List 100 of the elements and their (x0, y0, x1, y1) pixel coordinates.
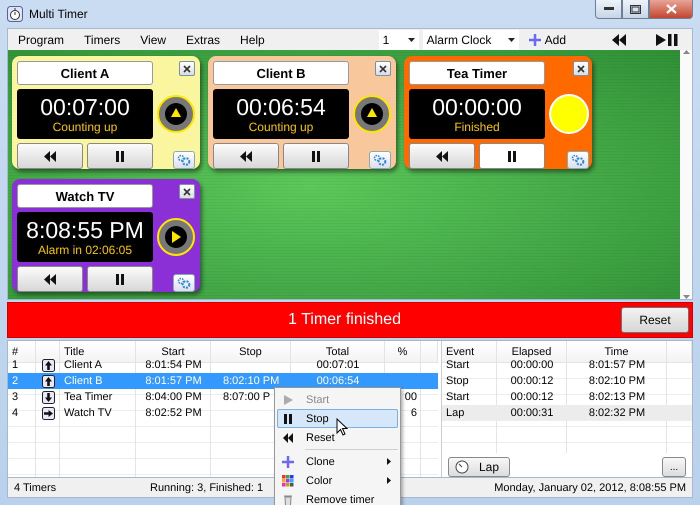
rewind-icon (282, 432, 294, 444)
pause-icon (507, 150, 517, 162)
table-cell[interactable]: 00:00:12 (497, 389, 567, 405)
close-icon (183, 188, 191, 196)
table-cell[interactable]: 8:02:52 PM (136, 405, 211, 421)
gear-icon (571, 154, 585, 166)
table-cell[interactable]: 00:00:31 (497, 405, 567, 421)
timer-count: 4 Timers (14, 482, 58, 494)
rewind-icon (436, 150, 448, 162)
stopwatch-icon (7, 6, 23, 22)
color-grid-icon (282, 474, 294, 486)
reset-all-button[interactable]: Reset (621, 307, 689, 333)
pause-button[interactable] (87, 266, 153, 292)
close-icon (183, 64, 191, 72)
caret-icon (408, 38, 415, 42)
mouse-cursor-icon (336, 418, 348, 436)
table-cell[interactable]: 8:02:10 PM (567, 373, 667, 389)
close-button[interactable] (649, 0, 693, 19)
timer-title[interactable]: Client A (17, 61, 153, 85)
count-up-button[interactable] (353, 95, 391, 133)
close-icon (577, 64, 585, 72)
maximize-button[interactable] (622, 0, 649, 19)
close-timer-button[interactable] (179, 61, 195, 76)
pause-icon (282, 412, 294, 424)
alarm-indicator-button[interactable] (549, 94, 589, 134)
table-cell[interactable]: Start (442, 389, 497, 405)
play-pause-icon (656, 34, 678, 46)
column-header (421, 341, 438, 363)
close-icon (666, 4, 676, 14)
pause-button[interactable] (283, 143, 349, 169)
settings-button[interactable] (173, 151, 195, 169)
settings-button[interactable] (173, 274, 195, 292)
gear-icon (177, 154, 191, 166)
timer-time: 8:08:55 PM (26, 218, 144, 242)
settings-button[interactable] (369, 151, 391, 169)
timer-title[interactable]: Watch TV (17, 184, 153, 208)
timer-time: 00:06:54 (236, 94, 326, 120)
close-timer-button[interactable] (179, 184, 195, 199)
table-cell[interactable]: 3 (8, 389, 36, 405)
gear-icon (373, 154, 387, 166)
gear-icon (177, 277, 191, 289)
table-cell[interactable]: Lap (442, 405, 497, 421)
lap-button[interactable]: Lap (448, 457, 510, 477)
plus-icon (528, 34, 541, 46)
play-icon (164, 225, 188, 249)
minimize-button[interactable] (595, 0, 622, 19)
minimize-icon (604, 7, 614, 11)
table-cell[interactable]: Tea Timer (60, 389, 136, 405)
count-dropdown[interactable]: 1 (378, 30, 419, 50)
close-icon (379, 64, 387, 72)
play-icon (282, 394, 294, 406)
banner-text: 1 Timer finished (287, 311, 402, 329)
pause-button[interactable] (87, 143, 153, 169)
trash-icon (282, 494, 294, 505)
scroll-down-icon (682, 295, 690, 299)
scrollbar[interactable] (680, 50, 692, 299)
table-cell[interactable]: 8:02:32 PM (567, 405, 667, 421)
rewind-icon (44, 150, 56, 162)
menu-item[interactable]: Help (230, 32, 275, 46)
table-cell[interactable]: 00:00:12 (497, 373, 567, 389)
pause-button[interactable] (479, 143, 545, 169)
timer-title[interactable]: Tea Timer (409, 61, 545, 85)
table-cell[interactable] (421, 373, 438, 389)
maximize-icon (630, 4, 641, 14)
table-cell[interactable]: Stop (442, 373, 497, 389)
timer-status: Counting up (52, 120, 118, 134)
context-menu-item[interactable]: Stop (277, 409, 398, 428)
menu-item[interactable]: View (130, 32, 176, 46)
menu-item[interactable]: Timers (74, 32, 130, 46)
close-timer-button[interactable] (573, 61, 589, 76)
reset-button[interactable] (17, 143, 83, 169)
table-cell[interactable]: 8:04:00 PM (136, 389, 211, 405)
table-cell[interactable] (667, 405, 692, 421)
add-button[interactable]: Add (522, 30, 572, 50)
table-cell[interactable]: 4 (8, 405, 36, 421)
menu-item[interactable]: Extras (176, 32, 230, 46)
context-menu-item[interactable]: Color (277, 471, 398, 490)
plus-icon (282, 456, 294, 468)
context-menu-item[interactable]: Remove timer (277, 490, 398, 505)
pause-icon (311, 150, 321, 162)
reset-button[interactable] (409, 143, 475, 169)
table-cell[interactable]: 8:02:13 PM (567, 389, 667, 405)
table-cell[interactable]: Watch TV (60, 405, 136, 421)
rewind-icon (612, 34, 626, 46)
preset-dropdown[interactable]: Alarm Clock (422, 30, 519, 50)
context-menu-item[interactable]: Reset (277, 428, 398, 447)
timer-status: Counting up (248, 120, 314, 134)
column-header (667, 341, 692, 363)
timer-title[interactable]: Client B (213, 61, 349, 85)
close-timer-button[interactable] (375, 61, 391, 76)
pause-icon (115, 274, 125, 284)
more-button[interactable]: ... (662, 457, 686, 477)
menu-item[interactable]: Program (8, 32, 74, 46)
reset-button[interactable] (17, 266, 83, 292)
settings-button[interactable] (567, 151, 589, 169)
count-up-button[interactable] (157, 95, 195, 133)
play-button[interactable] (157, 218, 195, 256)
reset-button[interactable] (213, 143, 279, 169)
window-title: Multi Timer (29, 7, 88, 21)
context-menu-item[interactable]: Clone (277, 452, 398, 471)
